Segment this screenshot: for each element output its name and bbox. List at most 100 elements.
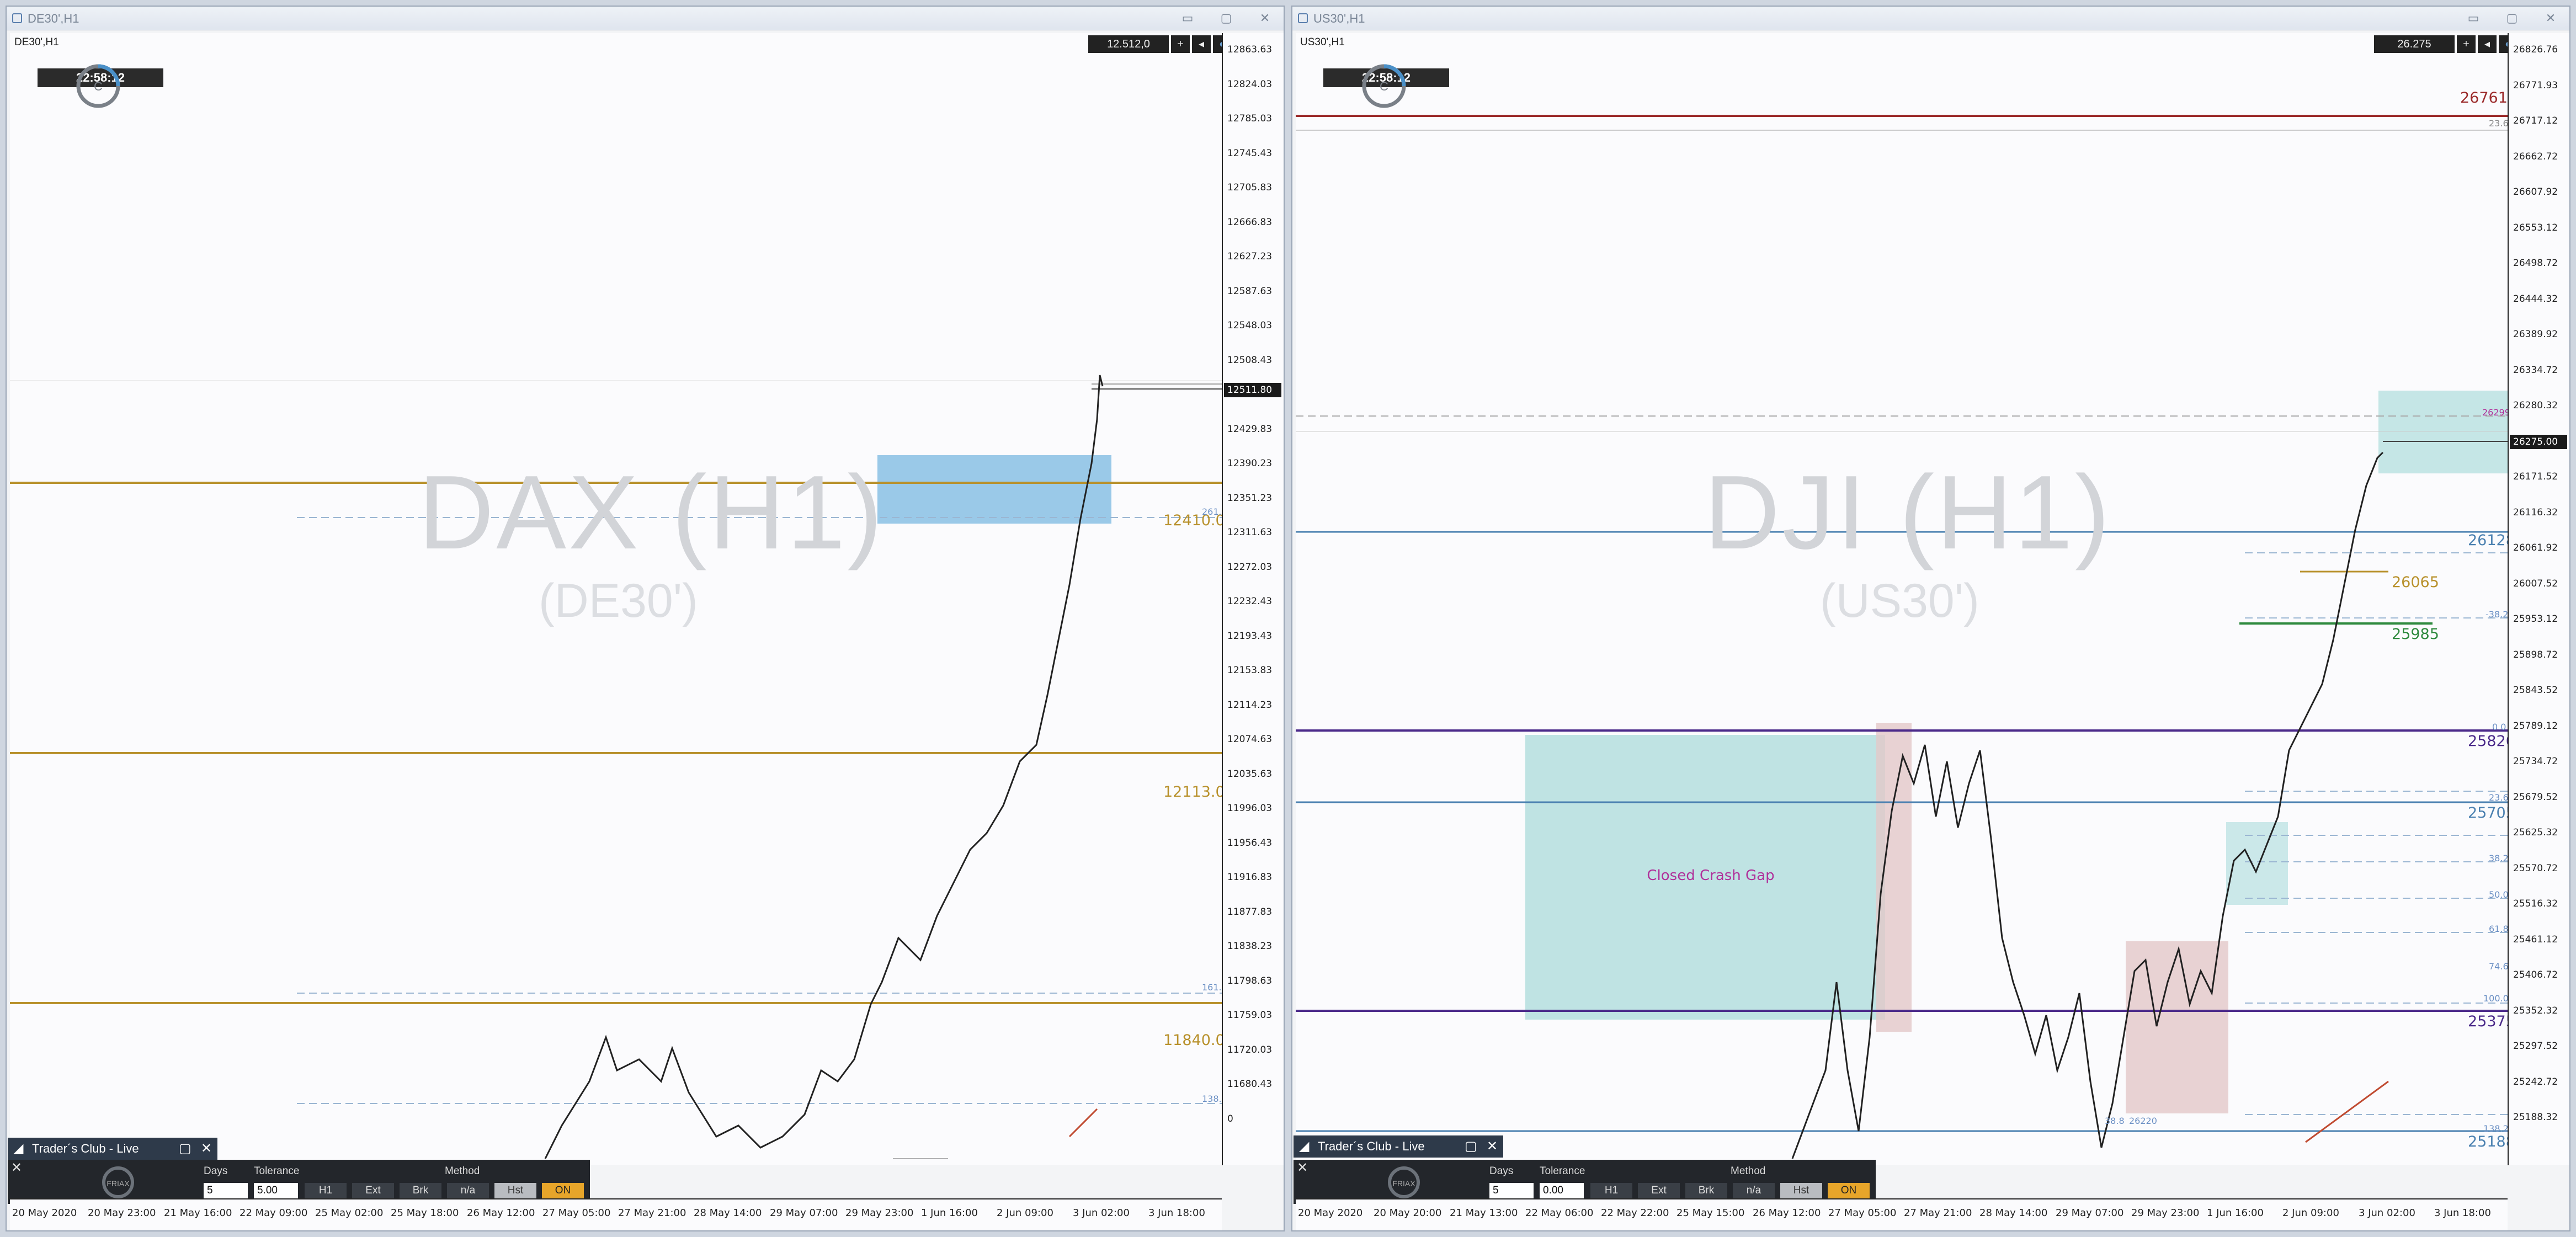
brk-button[interactable]: Brk <box>400 1183 441 1198</box>
close-icon[interactable]: ✕ <box>1487 1135 1498 1158</box>
plus-icon[interactable]: + <box>1171 35 1190 53</box>
minimize-icon[interactable]: ▭ <box>2462 11 2484 25</box>
on-button[interactable]: ON <box>1828 1183 1870 1198</box>
time-tick-label: 25 May 18:00 <box>391 1207 459 1219</box>
days-input[interactable]: 5 <box>1489 1183 1534 1198</box>
level-label: 26128 <box>2468 532 2508 549</box>
svg-text:C: C <box>94 79 103 93</box>
price-tick-label: 26280.32 <box>2513 400 2558 411</box>
level-label: 26065 <box>2392 574 2439 591</box>
time-tick-label: 3 Jun 02:00 <box>2359 1207 2415 1219</box>
price-tick-label: 25625.32 <box>2513 827 2558 838</box>
price-tick-label: 25461.12 <box>2513 934 2558 945</box>
level-label: 25705 <box>2468 804 2508 822</box>
close-icon[interactable]: ✕ <box>201 1138 212 1160</box>
price-axis[interactable]: 12863.63 12824.03 12785.03 12745.43 12705.83… <box>1222 33 1284 1165</box>
close-icon[interactable]: ✕ <box>1254 11 1276 25</box>
level-label: 25820 <box>2468 733 2508 750</box>
time-tick-label: 26 May 12:00 <box>1753 1207 1821 1219</box>
time-tick-label: 26 May 12:00 <box>467 1207 535 1219</box>
chart-window-dji[interactable]: US30',H1 ▭ ▢ ✕ DJI (H1) (US30') Closed C… <box>1291 6 2570 1231</box>
svg-text:FRIAX: FRIAX <box>107 1179 130 1188</box>
price-tick-label: 12272.03 <box>1227 562 1273 573</box>
close-icon[interactable]: ✕ <box>2540 11 2562 25</box>
traders-club-bar[interactable]: ◢ Trader´s Club - Live ▢ ✕ <box>8 1138 217 1160</box>
tolerance-label: Tolerance <box>1540 1165 1585 1177</box>
brk-button[interactable]: Brk <box>1685 1183 1727 1198</box>
price-chart-area[interactable]: DJI (H1) (US30') Closed Crash Gap 26761 … <box>1296 33 2508 1165</box>
price-tick-label: 26826.76 <box>2513 44 2558 55</box>
h1-button[interactable]: H1 <box>305 1183 347 1198</box>
tolerance-input[interactable]: 0.00 <box>1540 1183 1584 1198</box>
ext-button[interactable]: Ext <box>1638 1183 1680 1198</box>
price-tick-label: 12548.03 <box>1227 320 1273 331</box>
hst-button[interactable]: Hst <box>1780 1183 1822 1198</box>
method-select[interactable]: n/a <box>447 1183 489 1198</box>
time-tick-label: 3 Jun 18:00 <box>1148 1207 1205 1219</box>
price-tick-label: 12627.23 <box>1227 251 1273 262</box>
price-tick-label: 25242.72 <box>2513 1076 2558 1087</box>
arrow-left-icon[interactable]: ◂ <box>2478 35 2497 53</box>
arrow-left-icon[interactable]: ◂ <box>1192 35 1211 53</box>
window-icon[interactable]: ▢ <box>1465 1135 1477 1158</box>
time-tick-label: 20 May 20:00 <box>1374 1207 1442 1219</box>
price-tick-label: 26771.93 <box>2513 80 2558 91</box>
price-chart-area[interactable]: DAX (H1) (DE30') 12410.0 12113.0 11840.0… <box>10 33 1222 1165</box>
time-tick-label: 27 May 21:00 <box>1904 1207 1972 1219</box>
level-label: 11840.0 <box>1163 1032 1222 1049</box>
minimize-icon[interactable]: ▭ <box>1177 11 1199 25</box>
h1-button[interactable]: H1 <box>1590 1183 1632 1198</box>
time-tick-label: 2 Jun 09:00 <box>2282 1207 2339 1219</box>
traders-club-label: Trader´s Club - Live <box>1318 1139 1425 1153</box>
traders-club-bar[interactable]: ◢ Trader´s Club - Live ▢ ✕ <box>1294 1135 1503 1158</box>
time-tick-label: 2 Jun 09:00 <box>997 1207 1053 1219</box>
maximize-icon[interactable]: ▢ <box>1215 11 1237 25</box>
days-input[interactable]: 5 <box>204 1183 248 1198</box>
svg-text:FRIAX: FRIAX <box>1392 1179 1415 1188</box>
fib-label: 138.2 <box>1202 1094 1222 1104</box>
chart-window-icon <box>12 13 22 23</box>
days-label: Days <box>204 1165 228 1177</box>
fib-label: 100.0 <box>2483 993 2508 1004</box>
price-tick-label: 26717.12 <box>2513 115 2558 126</box>
price-tick-label: 26061.92 <box>2513 542 2558 553</box>
price-tick-label: 25843.52 <box>2513 685 2558 696</box>
price-tick-label: 25570.72 <box>2513 863 2558 874</box>
tolerance-input[interactable]: 5.00 <box>254 1183 298 1198</box>
ext-button[interactable]: Ext <box>352 1183 394 1198</box>
price-axis[interactable]: 26826.76 26771.93 26717.12 26662.72 26607.92… <box>2508 33 2569 1165</box>
fib-label: 138.2 <box>2483 1123 2508 1134</box>
hst-button[interactable]: Hst <box>494 1183 536 1198</box>
method-label: Method <box>445 1165 480 1177</box>
price-tick-label: 12114.23 <box>1227 700 1273 711</box>
close-icon[interactable]: ✕ <box>1297 1160 1308 1176</box>
time-tick-label: 22 May 22:00 <box>1601 1207 1669 1219</box>
price-tick-label: 11996.03 <box>1227 803 1273 814</box>
price-tick-label: 0 <box>1227 1113 1233 1124</box>
title-bar[interactable]: US30',H1 ▭ ▢ ✕ <box>1292 7 2569 30</box>
supply-zone[interactable] <box>877 455 1111 524</box>
method-select[interactable]: n/a <box>1733 1183 1775 1198</box>
price-tick-label: 12232.43 <box>1227 596 1273 607</box>
chart-window-dax[interactable]: DE30',H1 ▭ ▢ ✕ DAX (H1) (DE30') 12410.0 … <box>6 6 1285 1231</box>
time-tick-label: 25 May 15:00 <box>1676 1207 1745 1219</box>
time-axis: 20 May 2020 20 May 20:00 21 May 13:00 22 Ma… <box>1296 1198 2508 1230</box>
price-tick-label: 26498.72 <box>2513 258 2558 269</box>
maximize-icon[interactable]: ▢ <box>2501 11 2523 25</box>
price-tick-label: 12153.83 <box>1227 665 1273 676</box>
time-tick-label: 25 May 02:00 <box>315 1207 384 1219</box>
logo-icon: FRIAX <box>102 1166 134 1198</box>
price-tick-label: 12193.43 <box>1227 631 1273 642</box>
price-tick-label: 26389.92 <box>2513 329 2558 340</box>
window-icon[interactable]: ▢ <box>179 1138 191 1160</box>
traders-club-label: Trader´s Club - Live <box>32 1142 139 1155</box>
on-button[interactable]: ON <box>542 1183 584 1198</box>
level-label: 25188 <box>2468 1133 2508 1150</box>
symbol-watermark: DJI (H1) <box>1704 454 2112 571</box>
title-bar[interactable]: DE30',H1 ▭ ▢ ✕ <box>7 7 1284 30</box>
time-tick-label: 27 May 05:00 <box>1828 1207 1897 1219</box>
fib-label: 23.6 <box>2489 118 2508 129</box>
close-icon[interactable]: ✕ <box>11 1160 22 1176</box>
time-tick-label: 29 May 23:00 <box>845 1207 914 1219</box>
plus-icon[interactable]: + <box>2457 35 2476 53</box>
